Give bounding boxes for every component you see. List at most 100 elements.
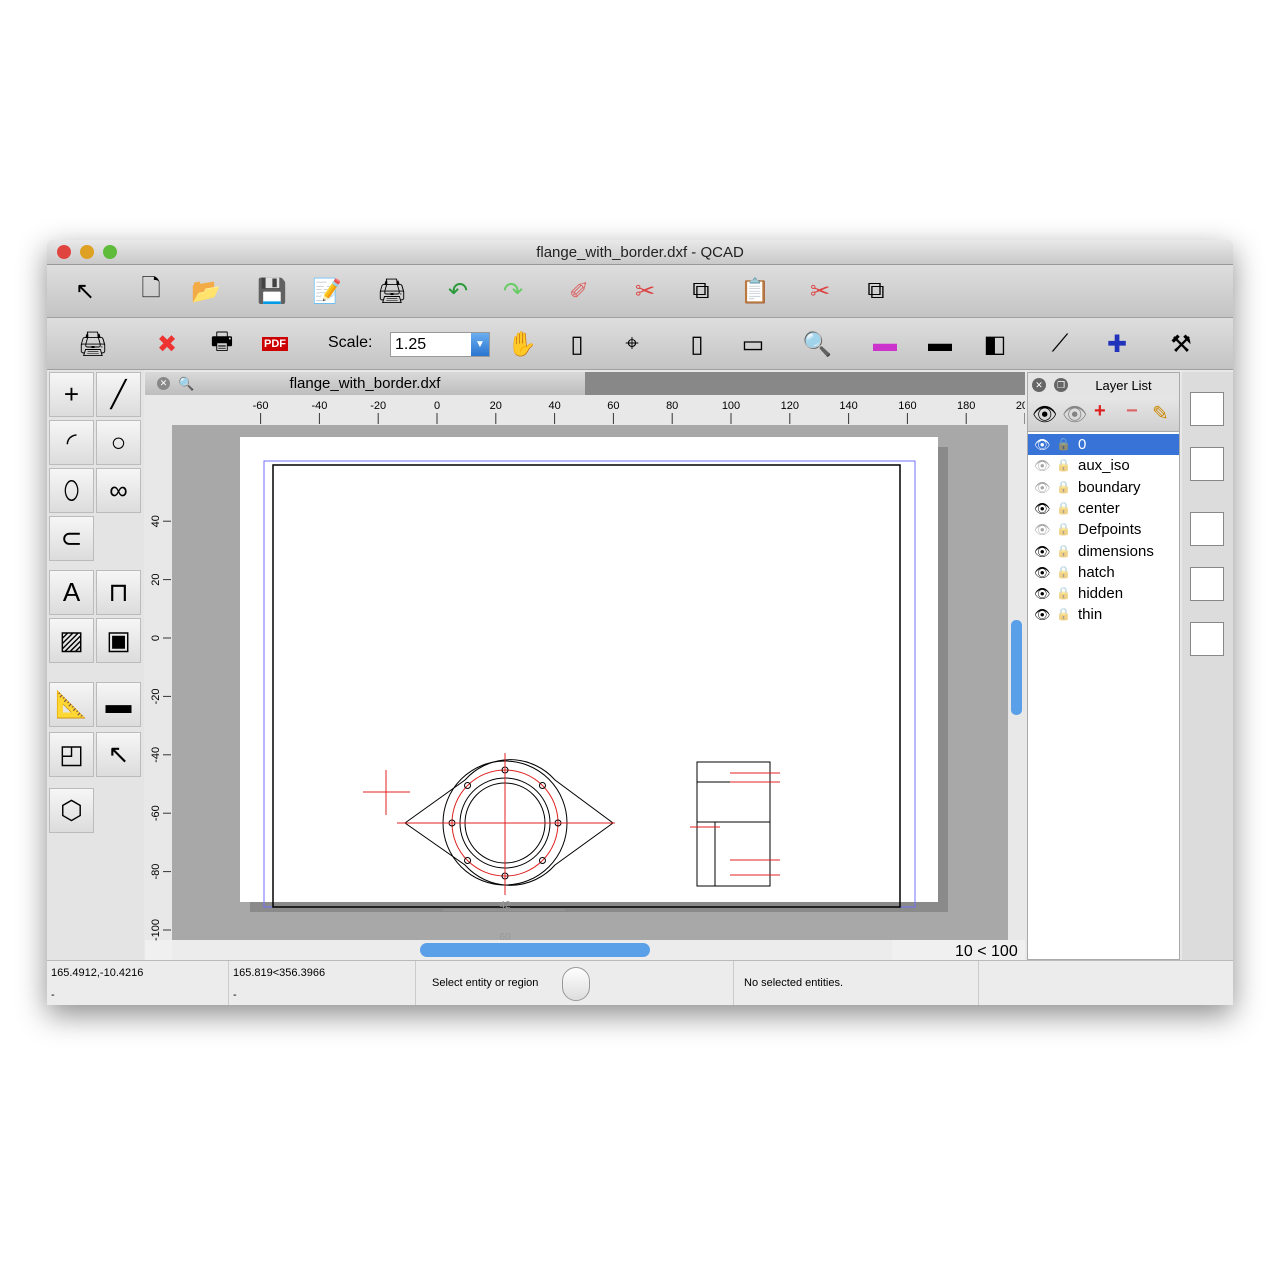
- crosshair-button[interactable]: ✚: [1099, 326, 1135, 362]
- hatch-tool-button[interactable]: ▨: [49, 618, 94, 663]
- lock-icon[interactable]: 🔒: [1056, 583, 1071, 604]
- new-file-button[interactable]: 🗋: [133, 273, 169, 309]
- close-button[interactable]: ✖: [149, 326, 185, 362]
- layer-item[interactable]: 👁 🔒 aux_iso: [1028, 455, 1179, 476]
- zoom-button[interactable]: 🔍: [799, 326, 835, 362]
- cut-with-reference-button[interactable]: ✂: [802, 273, 838, 309]
- new-file-icon: 🗋: [141, 274, 161, 302]
- save-as-button[interactable]: 📝: [309, 273, 345, 309]
- text-tool-button[interactable]: A: [49, 570, 94, 615]
- tab-label: flange_with_border.dxf: [289, 375, 441, 392]
- layer-item[interactable]: 👁 🔒 dimensions: [1028, 541, 1179, 562]
- open-folder-button[interactable]: 📂: [188, 273, 224, 309]
- layer-item[interactable]: 👁 🔒 0: [1028, 434, 1179, 455]
- print-button[interactable]: 🖶: [204, 326, 240, 362]
- float-panel-icon[interactable]: ❐: [1054, 378, 1068, 392]
- drawing-area[interactable]: 4260Flange⊏⊕ 10 < 100 -60-40-20020406080…: [145, 395, 1025, 960]
- hand-pan-button[interactable]: ✋: [504, 326, 540, 362]
- modify-tool-button[interactable]: ◰: [49, 732, 94, 777]
- eye-icon[interactable]: 👁: [1034, 434, 1051, 455]
- close-panel-icon[interactable]: ✕: [1032, 378, 1046, 392]
- image-tool-button[interactable]: ▣: [96, 618, 141, 663]
- polyline-tool-button[interactable]: ⊂: [49, 516, 94, 561]
- eye-icon[interactable]: 👁: [1034, 583, 1051, 604]
- copy-with-reference-button[interactable]: ⧉: [858, 273, 894, 309]
- center-button[interactable]: ⌖: [614, 326, 650, 362]
- redo-button[interactable]: ↷: [495, 273, 531, 309]
- circle-tool-button[interactable]: ○: [96, 420, 141, 465]
- lock-icon[interactable]: 🔒: [1056, 455, 1071, 476]
- ellipse-tool-button[interactable]: ⬯: [49, 468, 94, 513]
- paste-button[interactable]: 📋: [737, 273, 773, 309]
- construction-tool-button[interactable]: 📐: [49, 682, 94, 727]
- landscape-button[interactable]: ▭: [735, 326, 771, 362]
- point-tool-button[interactable]: +: [49, 372, 94, 417]
- cut-button[interactable]: ✂: [627, 273, 663, 309]
- layer-item[interactable]: 👁 🔒 hatch: [1028, 562, 1179, 583]
- dimension-tool-button[interactable]: ⊓: [96, 570, 141, 615]
- layer-item[interactable]: 👁 🔒 thin: [1028, 604, 1179, 625]
- chevron-down-icon[interactable]: ▼: [471, 333, 489, 356]
- grayscale-button[interactable]: ▬: [922, 326, 958, 362]
- lock-icon[interactable]: 🔒: [1056, 541, 1071, 562]
- layer-item[interactable]: 👁 🔒 Defpoints: [1028, 519, 1179, 540]
- eye-icon[interactable]: 👁: [1034, 477, 1051, 498]
- lock-icon[interactable]: 🔒: [1056, 519, 1071, 540]
- eraser-button[interactable]: ✐: [561, 273, 597, 309]
- show-all-layers-icon[interactable]: 👁: [1032, 402, 1057, 427]
- undo-button[interactable]: ↶: [440, 273, 476, 309]
- horizontal-ruler: [145, 395, 1025, 425]
- eye-icon[interactable]: 👁: [1034, 519, 1051, 540]
- lock-icon[interactable]: 🔒: [1056, 498, 1071, 519]
- minimize-window-button[interactable]: [80, 245, 94, 259]
- scale-label: Scale:: [328, 334, 373, 351]
- layer-item[interactable]: 👁 🔒 center: [1028, 498, 1179, 519]
- lock-icon[interactable]: 🔒: [1056, 434, 1071, 455]
- dock-widget-button[interactable]: [1190, 567, 1224, 601]
- tools-button[interactable]: ⚒: [1163, 326, 1199, 362]
- scale-combobox[interactable]: 1.25 ▼: [390, 332, 490, 357]
- eye-icon[interactable]: 👁: [1034, 562, 1051, 583]
- eye-icon[interactable]: 👁: [1034, 455, 1051, 476]
- ruler-x-label: 120: [781, 400, 799, 412]
- portrait-button[interactable]: ▯: [679, 326, 715, 362]
- zoom-window-button[interactable]: [103, 245, 117, 259]
- black-white-button[interactable]: ◧: [977, 326, 1013, 362]
- dock-widget-button[interactable]: [1190, 622, 1224, 656]
- hide-all-layers-icon[interactable]: 👁: [1062, 402, 1087, 427]
- eye-icon[interactable]: 👁: [1034, 498, 1051, 519]
- lock-icon[interactable]: 🔒: [1056, 604, 1071, 625]
- tab-flange-with-border[interactable]: ✕ 🔍 flange_with_border.dxf: [145, 372, 585, 395]
- lock-icon[interactable]: 🔒: [1056, 477, 1071, 498]
- arc-tool-button[interactable]: ◜: [49, 420, 94, 465]
- pointer-button[interactable]: ↖: [67, 273, 103, 309]
- close-window-button[interactable]: [57, 245, 71, 259]
- copy-button[interactable]: ⧉: [683, 273, 719, 309]
- edit-layer-icon[interactable]: ✎: [1152, 401, 1169, 426]
- add-layer-icon[interactable]: +: [1094, 400, 1106, 423]
- layer-item[interactable]: 👁 🔒 boundary: [1028, 477, 1179, 498]
- select-tool-button[interactable]: ↖: [96, 732, 141, 777]
- remove-layer-icon[interactable]: −: [1126, 400, 1138, 423]
- color-button[interactable]: ▬: [867, 326, 903, 362]
- eye-icon[interactable]: 👁: [1034, 604, 1051, 625]
- save-button[interactable]: 💾: [254, 273, 290, 309]
- layer-item[interactable]: 👁 🔒 hidden: [1028, 583, 1179, 604]
- pdf-button[interactable]: PDF: [257, 326, 293, 362]
- ruler-y-label: -20: [150, 688, 162, 704]
- print-preview-button[interactable]: 🖨: [75, 326, 111, 362]
- page-border-button[interactable]: ▯: [559, 326, 595, 362]
- spline-tool-button[interactable]: ∞: [96, 468, 141, 513]
- eye-icon[interactable]: 👁: [1034, 541, 1051, 562]
- block-tool-button[interactable]: ⬡: [49, 788, 94, 833]
- dock-widget-button[interactable]: [1190, 447, 1224, 481]
- print-preview-button[interactable]: 🖨: [374, 273, 410, 309]
- zoom-icon: 🔍: [802, 330, 832, 358]
- measure-tool-button[interactable]: ▬: [96, 682, 141, 727]
- dock-widget-button[interactable]: [1190, 512, 1224, 546]
- line-tool-button[interactable]: ╱: [96, 372, 141, 417]
- close-tab-icon[interactable]: ✕: [157, 377, 170, 390]
- lock-icon[interactable]: 🔒: [1056, 562, 1071, 583]
- line-weight-button[interactable]: ⟋: [1042, 326, 1078, 362]
- dock-widget-button[interactable]: [1190, 392, 1224, 426]
